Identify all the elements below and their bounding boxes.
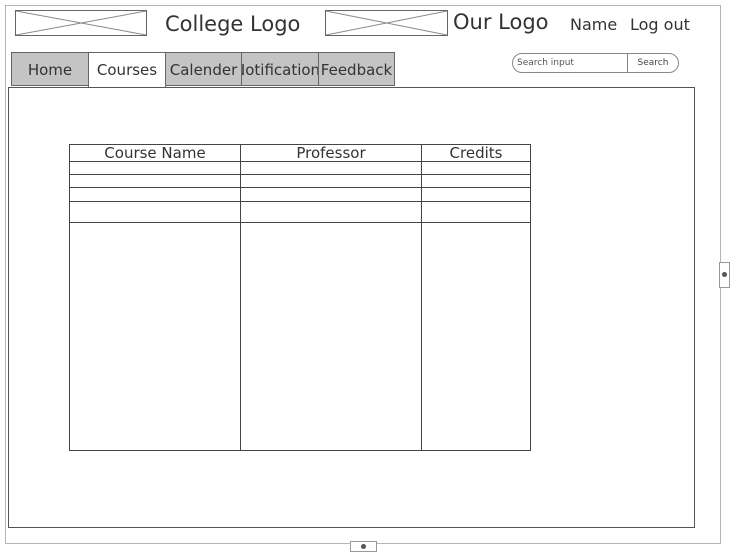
college-logo-image [15, 10, 147, 36]
horizontal-scroll-handle[interactable] [350, 541, 377, 552]
handle-grip-icon [361, 544, 366, 549]
table-row[interactable] [69, 201, 531, 223]
table-cell [69, 187, 241, 202]
table-row[interactable] [69, 174, 531, 188]
user-name-link[interactable]: Name [570, 15, 617, 34]
table-cell [240, 174, 422, 188]
table-header-row: Course Name Professor Credits [69, 144, 531, 162]
logout-link[interactable]: Log out [630, 15, 690, 34]
course-table: Course Name Professor Credits [69, 144, 531, 451]
tab-calender[interactable]: Calender [165, 52, 242, 86]
table-cell [240, 222, 422, 451]
table-cell [421, 174, 531, 188]
tab-notifications[interactable]: Notifications [241, 52, 319, 86]
vertical-scroll-handle[interactable] [719, 262, 730, 288]
search-bar: Search input Search [512, 53, 679, 73]
college-logo-text: College Logo [165, 12, 301, 36]
table-cell [69, 201, 241, 223]
table-row[interactable] [69, 187, 531, 202]
table-cell [421, 222, 531, 451]
table-row[interactable] [69, 222, 531, 451]
search-input[interactable]: Search input [513, 54, 628, 72]
table-cell [69, 174, 241, 188]
column-header-professor[interactable]: Professor [240, 144, 422, 162]
tab-home[interactable]: Home [11, 52, 89, 86]
table-cell [240, 187, 422, 202]
our-logo-image [325, 10, 448, 36]
table-row[interactable] [69, 161, 531, 175]
column-header-credits[interactable]: Credits [421, 144, 531, 162]
search-button[interactable]: Search [628, 54, 678, 72]
table-cell [421, 187, 531, 202]
handle-grip-icon [722, 272, 727, 277]
table-cell [69, 161, 241, 175]
table-cell [421, 161, 531, 175]
table-cell [421, 201, 531, 223]
table-cell [69, 222, 241, 451]
column-header-course-name[interactable]: Course Name [69, 144, 241, 162]
table-cell [240, 161, 422, 175]
tab-feedback[interactable]: Feedback [318, 52, 395, 86]
tab-courses[interactable]: Courses [88, 52, 166, 88]
our-logo-text: Our Logo [453, 10, 549, 34]
table-cell [240, 201, 422, 223]
